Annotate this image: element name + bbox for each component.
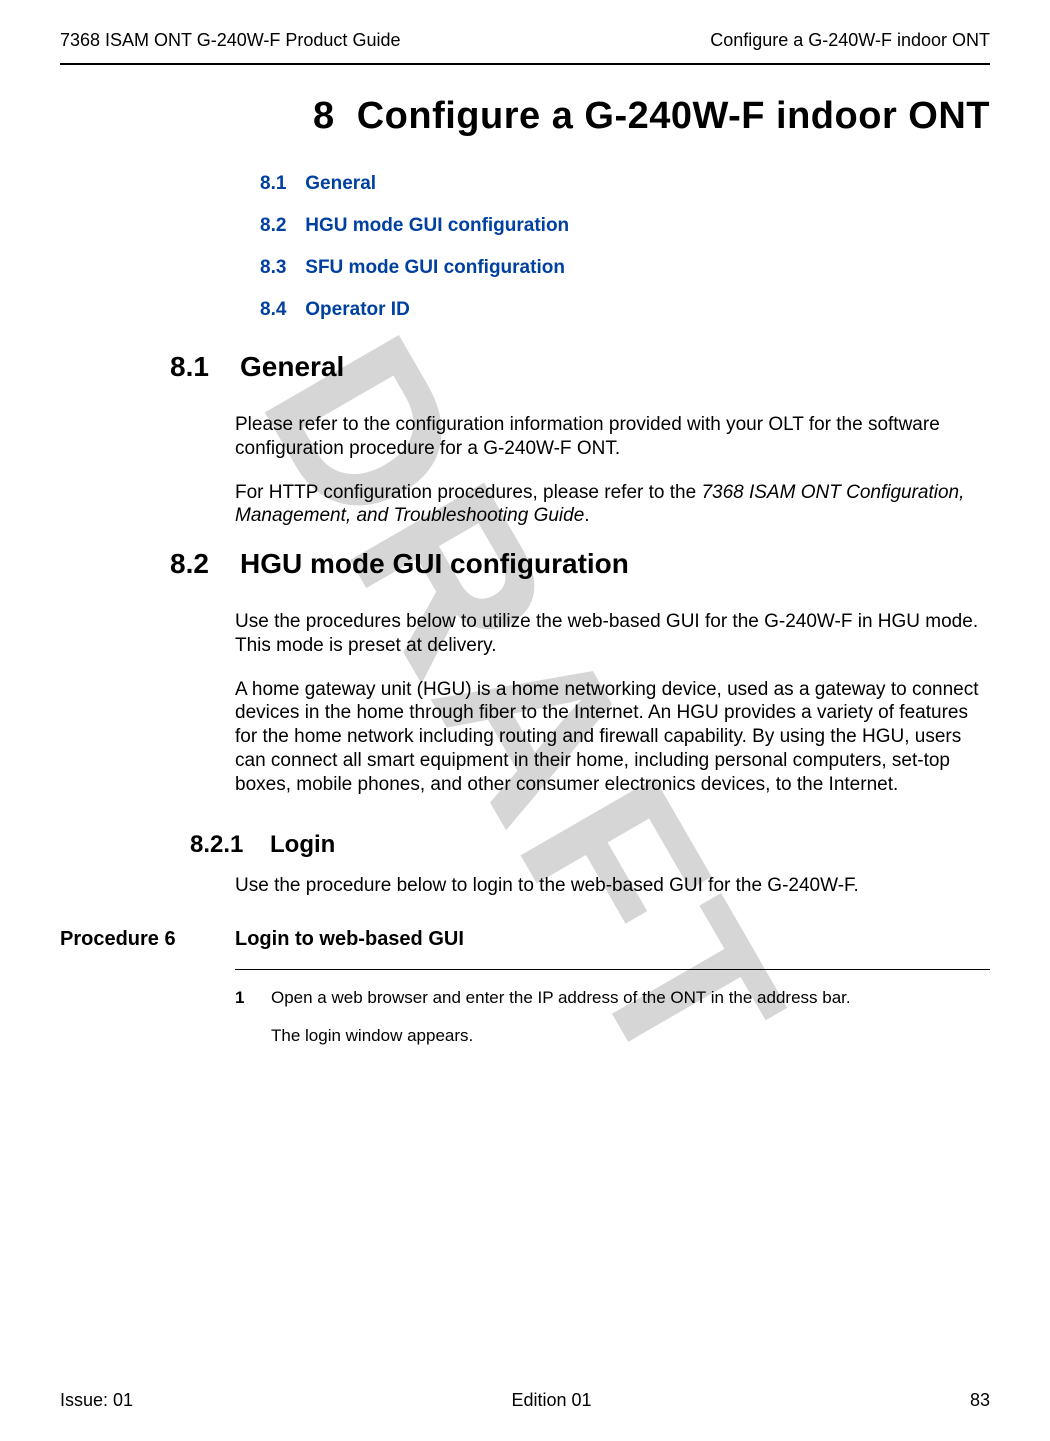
- section-general-heading: 8.1General: [170, 351, 990, 383]
- subsection-title: Login: [270, 831, 335, 858]
- toc-link-general[interactable]: 8.1 General: [260, 173, 990, 195]
- section-num: 8.2: [170, 548, 240, 580]
- toc-label: General: [305, 173, 376, 194]
- procedure-title: Login to web-based GUI: [235, 928, 464, 951]
- text-run: .: [584, 505, 589, 526]
- section-hgu-heading: 8.2HGU mode GUI configuration: [170, 548, 990, 580]
- header-right: Configure a G-240W-F indoor ONT: [710, 30, 990, 51]
- procedure-step: 1 Open a web browser and enter the IP ad…: [235, 988, 990, 1008]
- toc-num: 8.2: [260, 215, 300, 237]
- general-para-2: For HTTP configuration procedures, pleas…: [235, 481, 990, 529]
- toc-link-sfu[interactable]: 8.3 SFU mode GUI configuration: [260, 257, 990, 279]
- section-title: HGU mode GUI configuration: [240, 548, 629, 579]
- subsection-num: 8.2.1: [190, 831, 270, 859]
- toc-num: 8.1: [260, 173, 300, 195]
- toc-num: 8.3: [260, 257, 300, 279]
- header-left: 7368 ISAM ONT G-240W-F Product Guide: [60, 30, 400, 51]
- procedure-rule: [235, 969, 990, 970]
- toc-label: SFU mode GUI configuration: [305, 257, 565, 278]
- login-para-1: Use the procedure below to login to the …: [235, 874, 990, 898]
- footer-edition: Edition 01: [511, 1390, 591, 1411]
- header-rule: [60, 63, 990, 65]
- chapter-title: 8 Configure a G-240W-F indoor ONT: [170, 95, 990, 138]
- procedure-label: Procedure 6: [60, 928, 235, 951]
- table-of-contents: 8.1 General 8.2 HGU mode GUI configurati…: [260, 173, 990, 321]
- step-number: 1: [235, 988, 271, 1008]
- procedure-heading: Procedure 6 Login to web-based GUI: [60, 928, 990, 951]
- section-title: General: [240, 351, 344, 382]
- section-num: 8.1: [170, 351, 240, 383]
- toc-link-operator-id[interactable]: 8.4 Operator ID: [260, 299, 990, 321]
- footer-issue: Issue: 01: [60, 1390, 133, 1411]
- page-footer: Issue: 01 Edition 01 83: [60, 1390, 990, 1411]
- step-subtext: The login window appears.: [271, 1026, 990, 1046]
- toc-num: 8.4: [260, 299, 300, 321]
- general-para-1: Please refer to the configuration inform…: [235, 413, 990, 461]
- footer-page-number: 83: [970, 1390, 990, 1411]
- text-run: For HTTP configuration procedures, pleas…: [235, 482, 701, 503]
- hgu-para-2: A home gateway unit (HGU) is a home netw…: [235, 678, 990, 797]
- toc-link-hgu[interactable]: 8.2 HGU mode GUI configuration: [260, 215, 990, 237]
- page-header: 7368 ISAM ONT G-240W-F Product Guide Con…: [60, 30, 990, 51]
- subsection-login-heading: 8.2.1Login: [190, 831, 990, 859]
- chapter-number: 8: [313, 95, 335, 137]
- toc-label: HGU mode GUI configuration: [305, 215, 569, 236]
- toc-label: Operator ID: [305, 299, 410, 320]
- chapter-title-text: Configure a G-240W-F indoor ONT: [357, 95, 990, 137]
- hgu-para-1: Use the procedures below to utilize the …: [235, 610, 990, 658]
- step-text: Open a web browser and enter the IP addr…: [271, 988, 990, 1008]
